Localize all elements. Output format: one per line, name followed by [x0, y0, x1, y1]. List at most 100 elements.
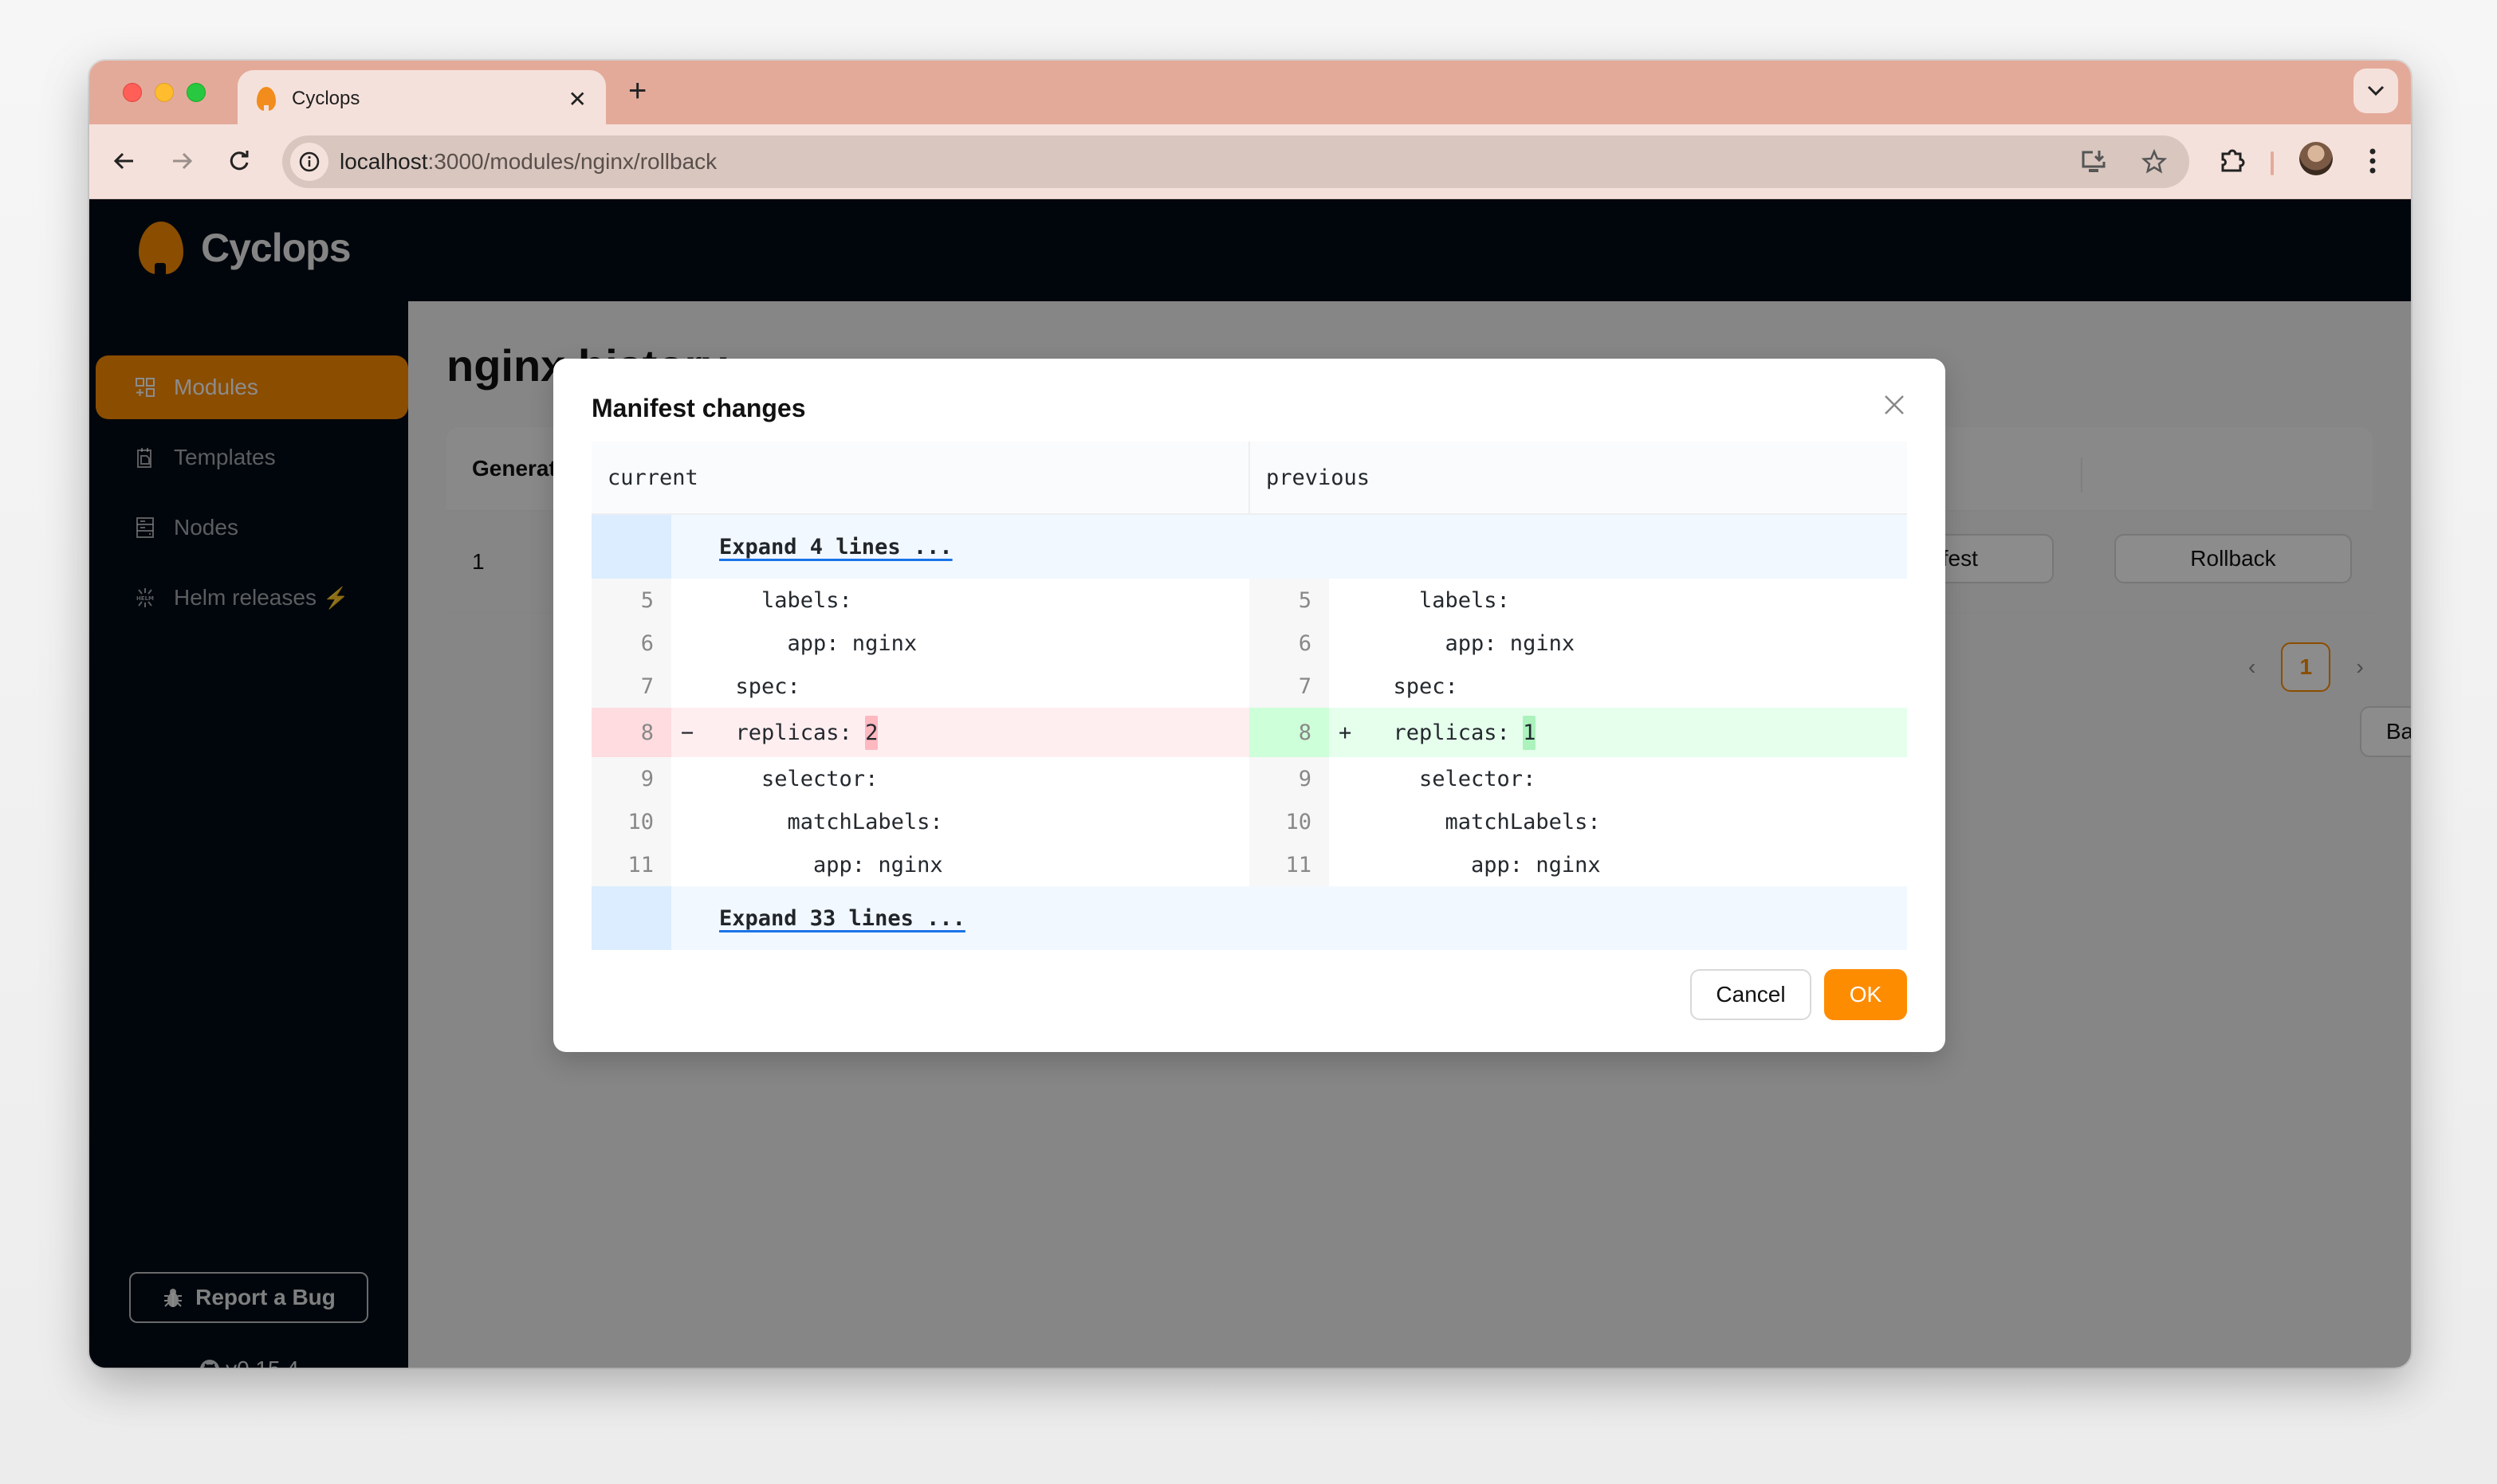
tab-strip: Cyclops ✕ + — [89, 61, 2411, 128]
diff-row: 10 matchLabels: 10 matchLabels: — [592, 800, 1907, 843]
diff-side-current: 11 app: nginx — [592, 843, 1249, 886]
manifest-changes-modal: Manifest changes current previous Expand… — [553, 359, 1945, 1052]
url-text: localhost:3000/modules/nginx/rollback — [340, 149, 718, 174]
diff-row: 6 app: nginx 6 app: nginx — [592, 622, 1907, 665]
code-line: labels: — [1367, 587, 1510, 613]
diff-side-current: 5 labels: — [592, 579, 1249, 622]
removed-marker: − — [681, 720, 694, 745]
browser-window: Cyclops ✕ + localhost:3000/modules/nginx… — [89, 61, 2411, 1368]
star-icon — [2141, 149, 2167, 174]
line-number: 11 — [1249, 843, 1329, 886]
line-number: 6 — [1249, 622, 1329, 665]
diff-row: 7 spec: 7 spec: — [592, 665, 1907, 708]
expand-bottom-link[interactable]: Expand 33 lines ... — [671, 886, 965, 950]
diff-side-previous: 9 selector: — [1249, 757, 1907, 800]
line-number: 7 — [592, 665, 671, 708]
modal-close-button[interactable] — [1878, 389, 1910, 421]
expand-top-link[interactable]: Expand 4 lines ... — [671, 515, 953, 579]
close-icon — [1885, 395, 1904, 414]
chevron-down-icon — [2367, 85, 2385, 96]
diff-side-current: 8− replicas: 2 — [592, 708, 1249, 757]
line-number: 5 — [1249, 579, 1329, 622]
reload-button[interactable] — [220, 142, 258, 180]
line-number: 6 — [592, 622, 671, 665]
diff-column-previous: previous — [1266, 465, 1370, 490]
diff-side-current: 7 spec: — [592, 665, 1249, 708]
line-number: 7 — [1249, 665, 1329, 708]
diff-side-current: 10 matchLabels: — [592, 800, 1249, 843]
cancel-button[interactable]: Cancel — [1690, 969, 1811, 1020]
diff-row: 9 selector: 9 selector: — [592, 757, 1907, 800]
added-value: 1 — [1523, 715, 1536, 750]
reload-icon — [230, 151, 249, 171]
install-app-button[interactable] — [2074, 143, 2113, 181]
diff-side-previous: 5 labels: — [1249, 579, 1907, 622]
maximize-window-button[interactable] — [187, 83, 206, 102]
back-button[interactable] — [105, 142, 144, 180]
ok-button[interactable]: OK — [1824, 969, 1907, 1020]
modal-footer: Cancel OK — [1690, 969, 1907, 1020]
diff-row-changed: 8− replicas: 2 8 + replicas: 1 — [592, 708, 1907, 757]
code-line: spec: — [1367, 673, 1458, 699]
tab-close-icon[interactable]: ✕ — [568, 86, 587, 112]
minimize-window-button[interactable] — [155, 83, 174, 102]
code-line: matchLabels: — [710, 809, 943, 834]
line-number: 8 — [1249, 708, 1329, 757]
info-icon — [299, 151, 320, 172]
close-window-button[interactable] — [123, 83, 142, 102]
expand-top-fold: Expand 4 lines ... — [592, 515, 1907, 579]
modal-title: Manifest changes — [592, 394, 806, 422]
code-line: app: nginx — [710, 630, 918, 656]
code-line: spec: — [710, 673, 800, 699]
fold-gutter — [592, 515, 671, 579]
bookmark-button[interactable] — [2135, 143, 2173, 181]
toolbar-divider — [2271, 151, 2274, 175]
code-line: − replicas: 2 — [671, 708, 1249, 757]
diff-side-previous: 10 matchLabels: — [1249, 800, 1907, 843]
address-bar[interactable]: localhost:3000/modules/nginx/rollback — [282, 135, 2189, 188]
diff-row: 5 labels: 5 labels: — [592, 579, 1907, 622]
profile-avatar[interactable] — [2299, 142, 2333, 175]
puzzle-icon — [2221, 149, 2245, 172]
site-info-button[interactable] — [290, 143, 328, 181]
code-text: replicas: — [710, 720, 866, 745]
diff-header: current previous — [592, 442, 1907, 515]
removed-value: 2 — [865, 715, 879, 750]
diff-column-current: current — [592, 442, 1250, 513]
diff-side-previous: 8 + replicas: 1 — [1249, 708, 1907, 757]
line-number: 9 — [1249, 757, 1329, 800]
browser-toolbar: localhost:3000/modules/nginx/rollback — [89, 124, 2411, 199]
diff-side-previous: 7 spec: — [1249, 665, 1907, 708]
code-line: matchLabels: — [1367, 809, 1601, 834]
line-number: 11 — [592, 843, 671, 886]
browser-tab[interactable]: Cyclops ✕ — [238, 70, 606, 128]
added-marker: + — [1339, 720, 1352, 745]
diff-side-previous: 6 app: nginx — [1249, 622, 1907, 665]
code-line: + replicas: 1 — [1329, 708, 1907, 757]
diff-row: 11 app: nginx 11 app: nginx — [592, 843, 1907, 886]
install-app-icon — [2082, 151, 2106, 172]
diff-side-current: 6 app: nginx — [592, 622, 1249, 665]
diff-viewer: current previous Expand 4 lines ... 5 la… — [592, 442, 1907, 950]
extensions-button[interactable] — [2213, 142, 2251, 180]
fold-gutter — [592, 886, 671, 950]
code-line: app: nginx — [710, 852, 943, 877]
browser-menu-button[interactable] — [2353, 142, 2392, 180]
expand-bottom-fold: Expand 33 lines ... — [592, 886, 1907, 950]
tab-title: Cyclops — [292, 88, 360, 109]
diff-side-current: 9 selector: — [592, 757, 1249, 800]
code-line: selector: — [710, 766, 879, 791]
line-number: 9 — [592, 757, 671, 800]
overlay-sidebar-region — [89, 199, 408, 1368]
new-tab-button[interactable]: + — [628, 75, 647, 107]
forward-button[interactable] — [163, 142, 201, 180]
tab-search-button[interactable] — [2353, 69, 2398, 113]
line-number: 5 — [592, 579, 671, 622]
code-line: labels: — [710, 587, 852, 613]
line-number: 10 — [592, 800, 671, 843]
code-line: selector: — [1367, 766, 1536, 791]
line-number: 10 — [1249, 800, 1329, 843]
code-text: replicas: — [1367, 720, 1524, 745]
cyclops-favicon-icon — [257, 87, 276, 111]
diff-side-previous: 11 app: nginx — [1249, 843, 1907, 886]
